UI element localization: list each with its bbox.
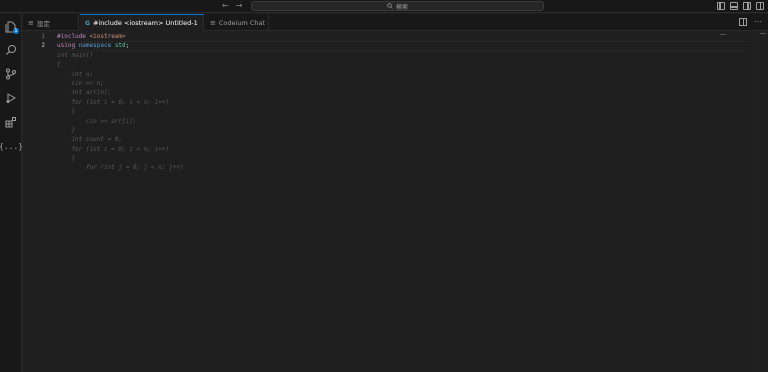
ghost-suggestion-line: int arr[n]; [57, 89, 112, 97]
extensions-button[interactable] [4, 115, 18, 129]
editor-tab-bar: ≡ 設定 G #include <iostream> Untitled-1 ≡ … [23, 14, 768, 31]
minimap-indicator [720, 34, 726, 35]
extensions-icon [5, 117, 16, 128]
line-number-gutter: 1 2 [23, 32, 49, 51]
code-token: ; [125, 42, 130, 50]
braces-icon: {...} [0, 141, 24, 151]
code-token: #include [57, 33, 90, 40]
search-icon [387, 3, 393, 9]
toggle-panel-icon[interactable] [730, 2, 738, 10]
source-control-button[interactable] [4, 67, 18, 81]
tab-label: #include <iostream> Untitled-1 [92, 19, 198, 27]
toggle-primary-sidebar-icon[interactable] [717, 2, 725, 10]
tab-codeium-chat[interactable]: ≡ Codeium Chat [205, 14, 269, 31]
ghost-suggestion-line: { [57, 61, 61, 69]
scroll-marker [760, 33, 766, 34]
ghost-suggestion-line: int main() [57, 51, 94, 59]
line-number: 2 [41, 42, 45, 50]
title-bar: ← → 検索 [0, 0, 768, 13]
search-label: 検索 [395, 3, 408, 11]
code-lines[interactable]: #include <iostream> using namespace std; i… [57, 32, 747, 173]
explorer-badge: 1 [13, 28, 19, 34]
ghost-suggestion-line: { [57, 155, 76, 163]
vertical-scrollbar[interactable] [756, 32, 768, 372]
editor-actions: ⋯ [739, 18, 762, 26]
settings-lines-icon: ≡ [28, 18, 34, 27]
ghost-suggestion-line: { [57, 108, 76, 116]
ghost-suggestion-line: for (int i = 0; i < n; i++) [57, 145, 169, 153]
customize-layout-icon[interactable] [756, 2, 764, 10]
tab-settings[interactable]: ≡ 設定 [23, 14, 79, 31]
arrow-right-icon[interactable]: → [236, 1, 243, 11]
tab-untitled-1[interactable]: G #include <iostream> Untitled-1 [80, 14, 204, 31]
run-debug-icon [6, 93, 17, 103]
explorer-button[interactable]: 1 [4, 20, 19, 34]
ghost-suggestion-line: int count = 0; [57, 136, 123, 144]
braces-button[interactable]: {...} [0, 139, 23, 153]
ghost-suggestion-line: for (int i = 0; i < n; i++) [57, 98, 169, 106]
toggle-secondary-sidebar-icon[interactable] [743, 2, 751, 10]
command-center-search[interactable]: 検索 [251, 1, 544, 11]
ghost-suggestion-line: } [57, 126, 76, 134]
tab-label: Codeium Chat [218, 18, 266, 27]
ghost-suggestion-line: cin >> arr[i]; [57, 117, 137, 125]
activity-bar: 1 {...} [0, 14, 23, 372]
line-number: 1 [41, 33, 45, 40]
code-line[interactable]: using namespace std; [57, 41, 747, 51]
more-actions-icon[interactable]: ⋯ [754, 18, 762, 26]
arrow-left-icon[interactable]: ← [222, 1, 229, 11]
run-debug-button[interactable] [4, 91, 18, 105]
code-token: namespace [78, 42, 115, 50]
source-control-icon [6, 68, 16, 80]
search-icon [6, 45, 16, 55]
navigation-arrows: ← → [222, 1, 242, 11]
code-token: std [114, 42, 126, 50]
code-token: using [57, 42, 79, 50]
ghost-suggestion-line: for (int j = 0; j < n; j++) [57, 164, 184, 172]
tab-label: 設定 [36, 19, 50, 28]
ghost-suggestion-line: cin >> n; [57, 79, 104, 87]
codeium-chat-icon: ≡ [210, 18, 216, 27]
code-line[interactable]: #include <iostream> [57, 32, 747, 41]
code-editor[interactable]: 1 2 #include <iostream> using namespace s… [23, 32, 768, 372]
search-view-button[interactable] [4, 43, 18, 57]
ghost-suggestion-line: int n; [57, 70, 94, 78]
layout-controls [717, 2, 764, 10]
split-editor-icon[interactable] [739, 18, 747, 26]
code-token: <iostream> [89, 33, 126, 40]
cpp-file-icon: G [85, 19, 90, 27]
